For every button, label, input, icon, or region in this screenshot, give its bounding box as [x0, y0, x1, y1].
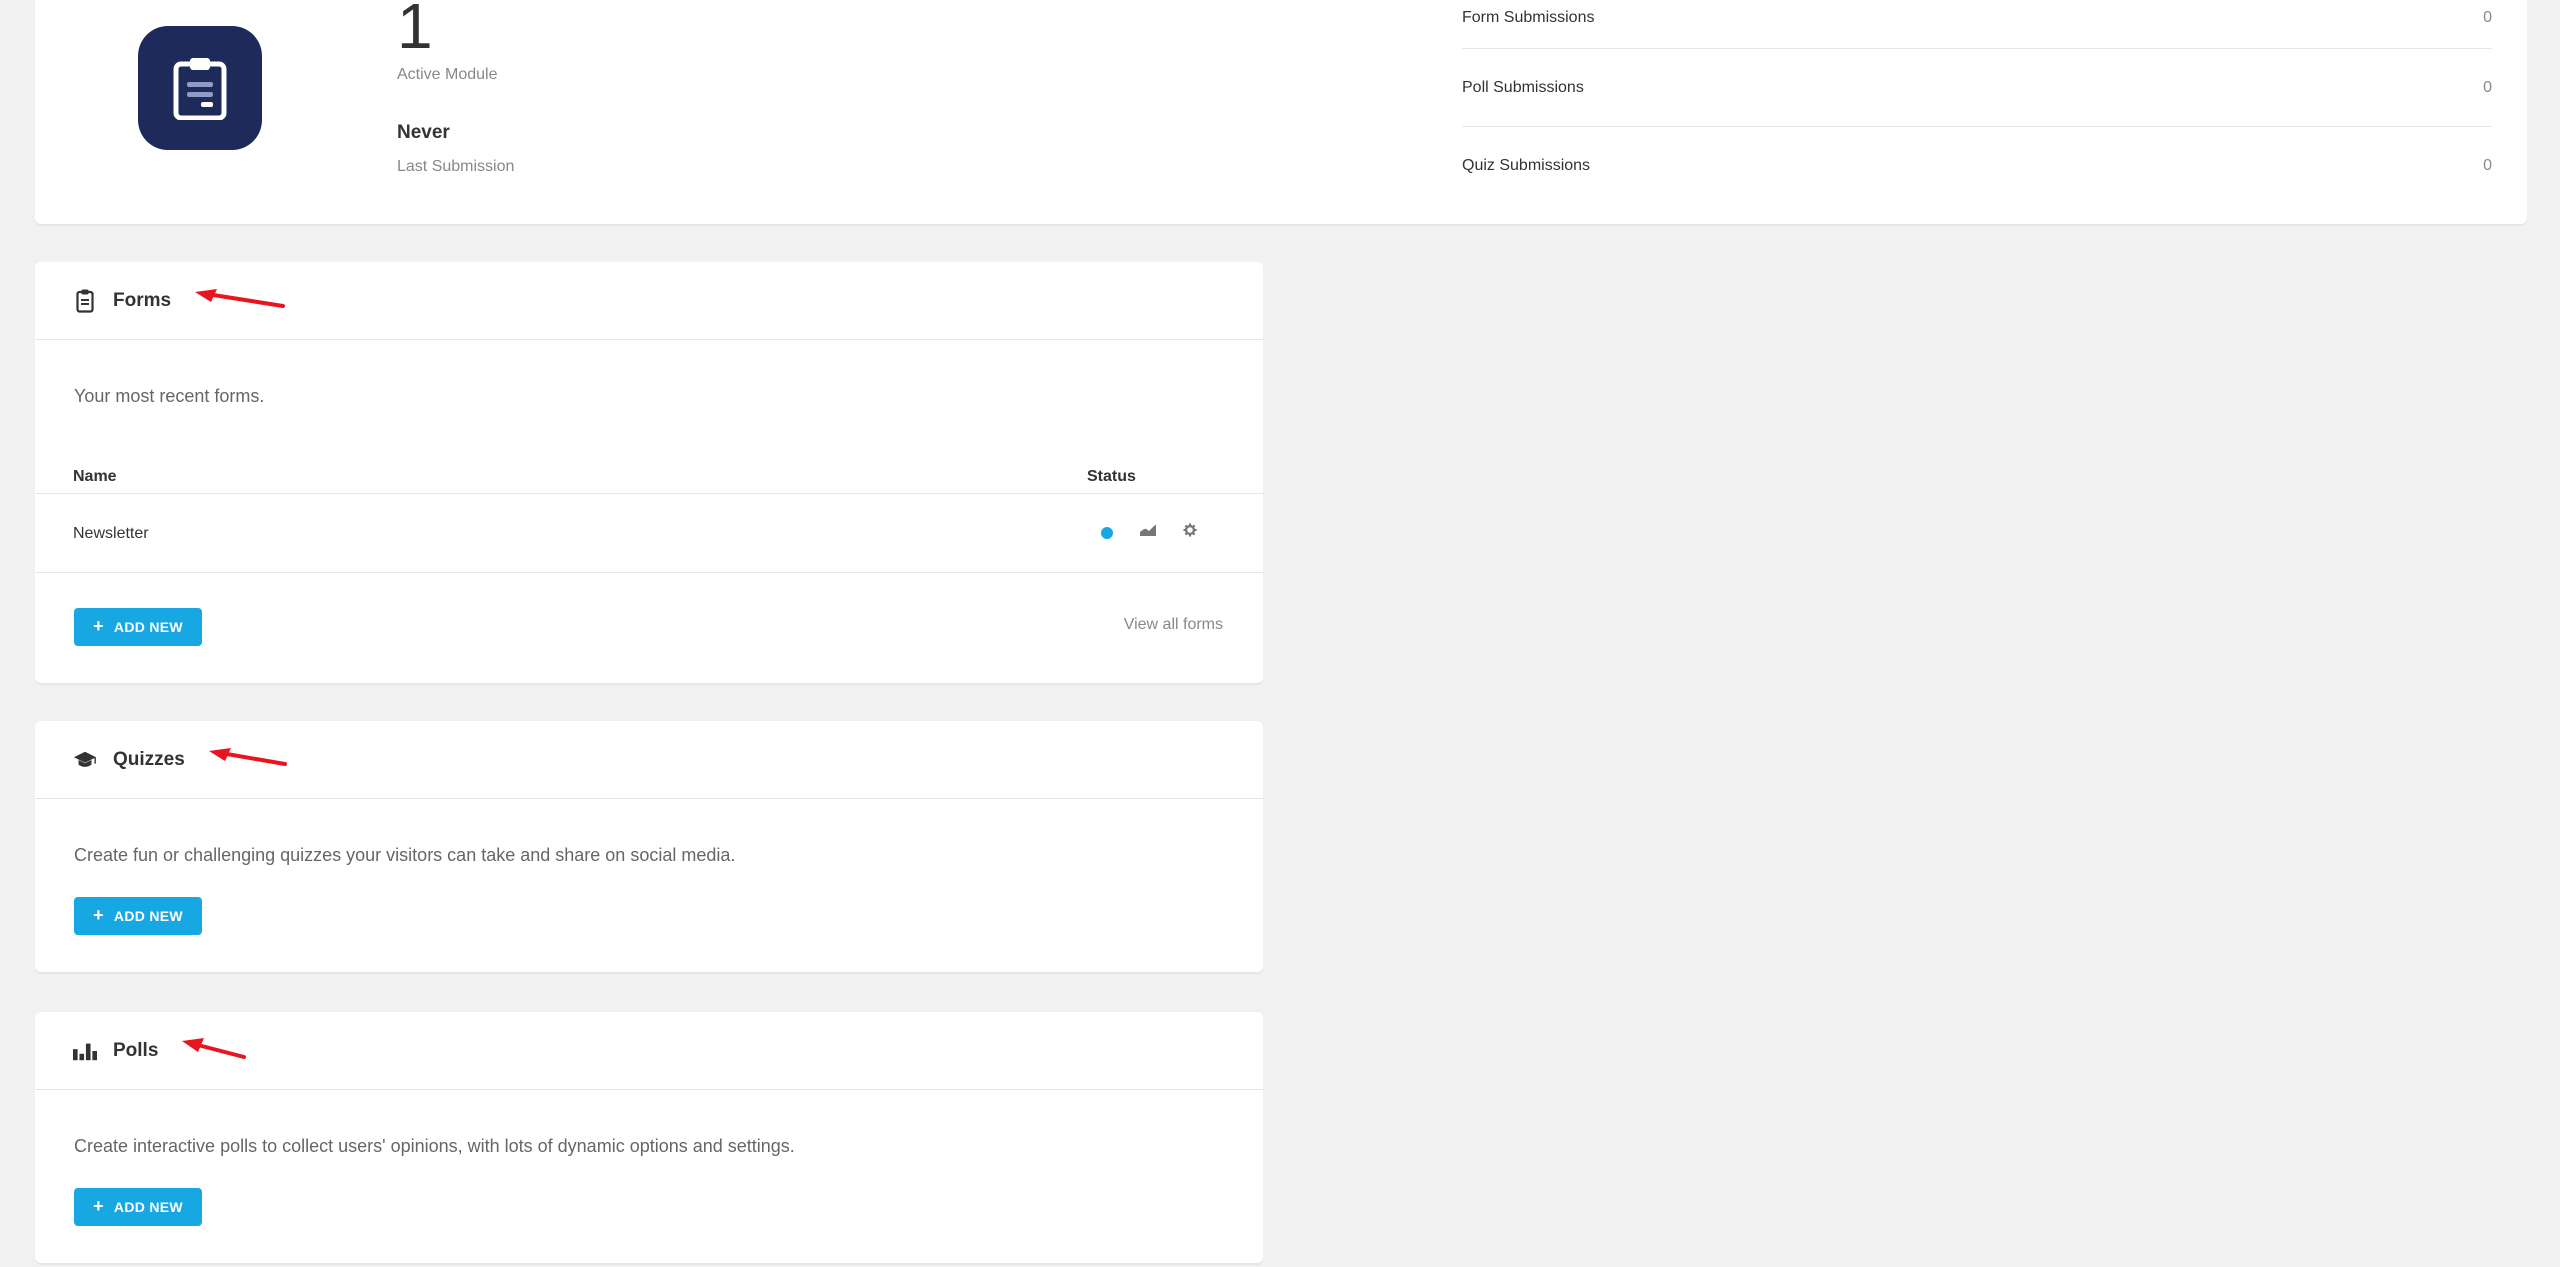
last-submission-label: Last Submission: [397, 158, 515, 175]
add-form-label: ADD NEW: [113, 619, 183, 635]
form-submissions-value: 0: [2483, 9, 2492, 26]
add-poll-button[interactable]: + ADD NEW: [74, 1188, 202, 1226]
active-module-label: Active Module: [397, 66, 498, 83]
quizzes-title: Quizzes: [113, 748, 185, 770]
add-quiz-button[interactable]: + ADD NEW: [74, 897, 202, 935]
add-poll-label: ADD NEW: [113, 1199, 183, 1215]
column-name: Name: [73, 468, 117, 485]
forms-description: Your most recent forms.: [74, 386, 265, 406]
red-arrow-icon: [195, 289, 287, 316]
red-arrow-icon: [182, 1038, 248, 1067]
quizzes-header: Quizzes: [35, 721, 1263, 799]
forms-table-header: Name Status: [35, 462, 1263, 494]
red-arrow-icon: [208, 748, 289, 775]
polls-header: Polls: [35, 1012, 1263, 1090]
status-dot-icon: [1101, 526, 1113, 539]
row-actions: [1101, 523, 1197, 542]
column-status: Status: [1087, 468, 1136, 485]
quizzes-description: Create fun or challenging quizzes your v…: [74, 845, 736, 865]
quiz-submissions-value: 0: [2483, 157, 2492, 174]
form-submissions-label: Form Submissions: [1462, 9, 1595, 26]
quizzes-card: Quizzes Create fun or challenging quizze…: [35, 721, 1263, 972]
form-submissions-row: Form Submissions 0: [1462, 0, 2492, 49]
forms-title: Forms: [113, 289, 172, 311]
last-submission-value: Never: [397, 122, 450, 143]
quiz-submissions-label: Quiz Submissions: [1462, 157, 1591, 174]
stats-icon[interactable]: [1139, 523, 1157, 542]
quiz-submissions-row: Quiz Submissions 0: [1462, 127, 2492, 205]
form-name[interactable]: Newsletter: [73, 525, 149, 543]
add-form-button[interactable]: + ADD NEW: [74, 608, 202, 646]
clipboard-icon: [138, 26, 262, 150]
polls-description: Create interactive polls to collect user…: [74, 1136, 795, 1156]
summary-card: 1 Active Module Never Last Submission Fo…: [35, 0, 2527, 224]
active-module-count: 1: [397, 0, 433, 62]
forms-header: Forms: [35, 262, 1263, 340]
poll-submissions-row: Poll Submissions 0: [1462, 49, 2492, 127]
add-quiz-label: ADD NEW: [113, 908, 183, 924]
view-all-forms-link[interactable]: View all forms: [1124, 616, 1223, 634]
polls-card: Polls Create interactive polls to collec…: [35, 1012, 1263, 1263]
polls-title: Polls: [113, 1039, 159, 1061]
clipboard-icon: [73, 289, 97, 313]
graduation-cap-icon: [73, 748, 97, 772]
bar-chart-icon: [73, 1039, 97, 1063]
plus-icon: +: [93, 615, 104, 636]
table-row[interactable]: Newsletter: [35, 495, 1263, 573]
poll-submissions-value: 0: [2483, 78, 2492, 96]
plus-icon: +: [93, 1195, 104, 1216]
gear-icon[interactable]: [1183, 523, 1197, 542]
forms-card: Forms Your most recent forms. Name Statu…: [35, 262, 1263, 683]
plus-icon: +: [93, 904, 104, 925]
submissions-list: Form Submissions 0 Poll Submissions 0 Qu…: [1462, 0, 2492, 205]
poll-submissions-label: Poll Submissions: [1462, 78, 1584, 96]
